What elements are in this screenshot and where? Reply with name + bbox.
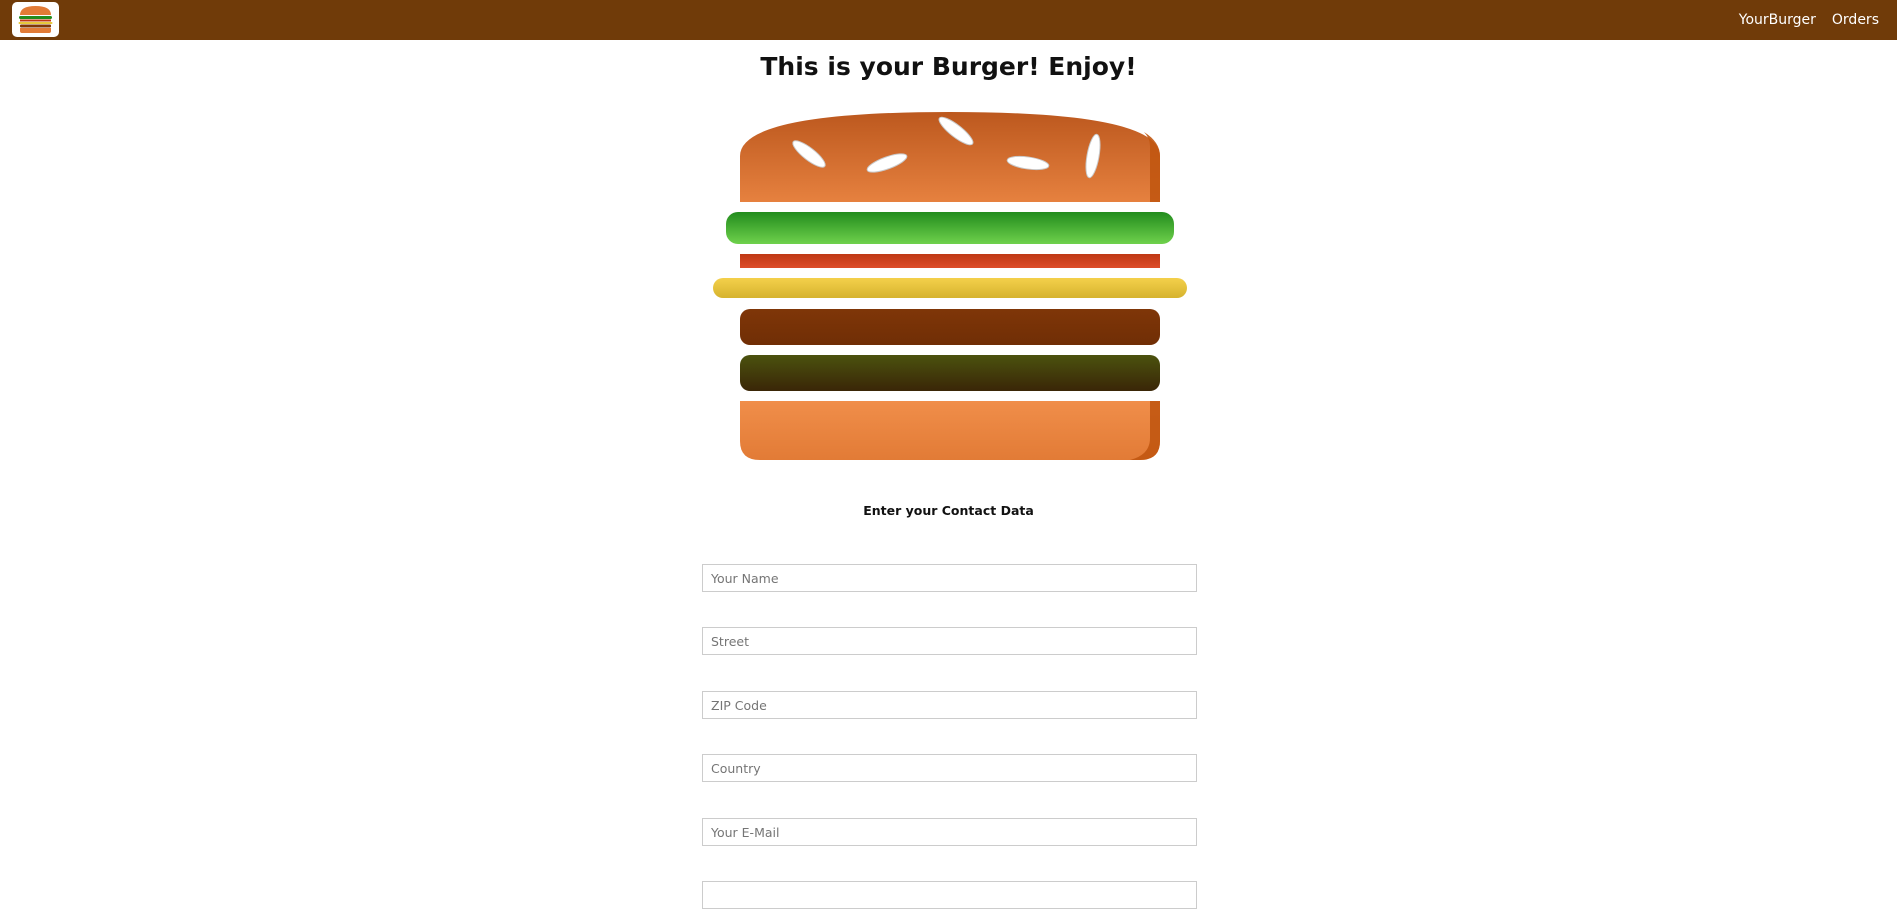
- page-title: This is your Burger! Enjoy!: [760, 52, 1137, 81]
- delivery-method-field[interactable]: [702, 881, 1197, 909]
- cheese-layer: [713, 278, 1187, 298]
- main-nav: YourBurger Orders: [1739, 0, 1879, 40]
- country-field[interactable]: [702, 754, 1197, 782]
- bacon-layer: [740, 254, 1160, 268]
- name-field[interactable]: [702, 564, 1197, 592]
- bread-top: [740, 112, 1160, 202]
- toolbar: YourBurger Orders: [0, 0, 1897, 40]
- zip-code-field[interactable]: [702, 691, 1197, 719]
- nav-item-orders[interactable]: Orders: [1832, 12, 1879, 28]
- logo[interactable]: [12, 2, 59, 37]
- contact-heading: Enter your Contact Data: [863, 503, 1034, 518]
- street-field[interactable]: [702, 627, 1197, 655]
- nav-item-yourburger[interactable]: YourBurger: [1739, 12, 1816, 28]
- salad-layer: [726, 212, 1174, 244]
- bread-bottom: [740, 401, 1160, 460]
- email-field[interactable]: [702, 818, 1197, 846]
- burger-preview: [712, 110, 1188, 466]
- meat-dark-layer: [740, 355, 1160, 391]
- meat-layer: [740, 309, 1160, 345]
- burger-logo-icon: [18, 6, 53, 33]
